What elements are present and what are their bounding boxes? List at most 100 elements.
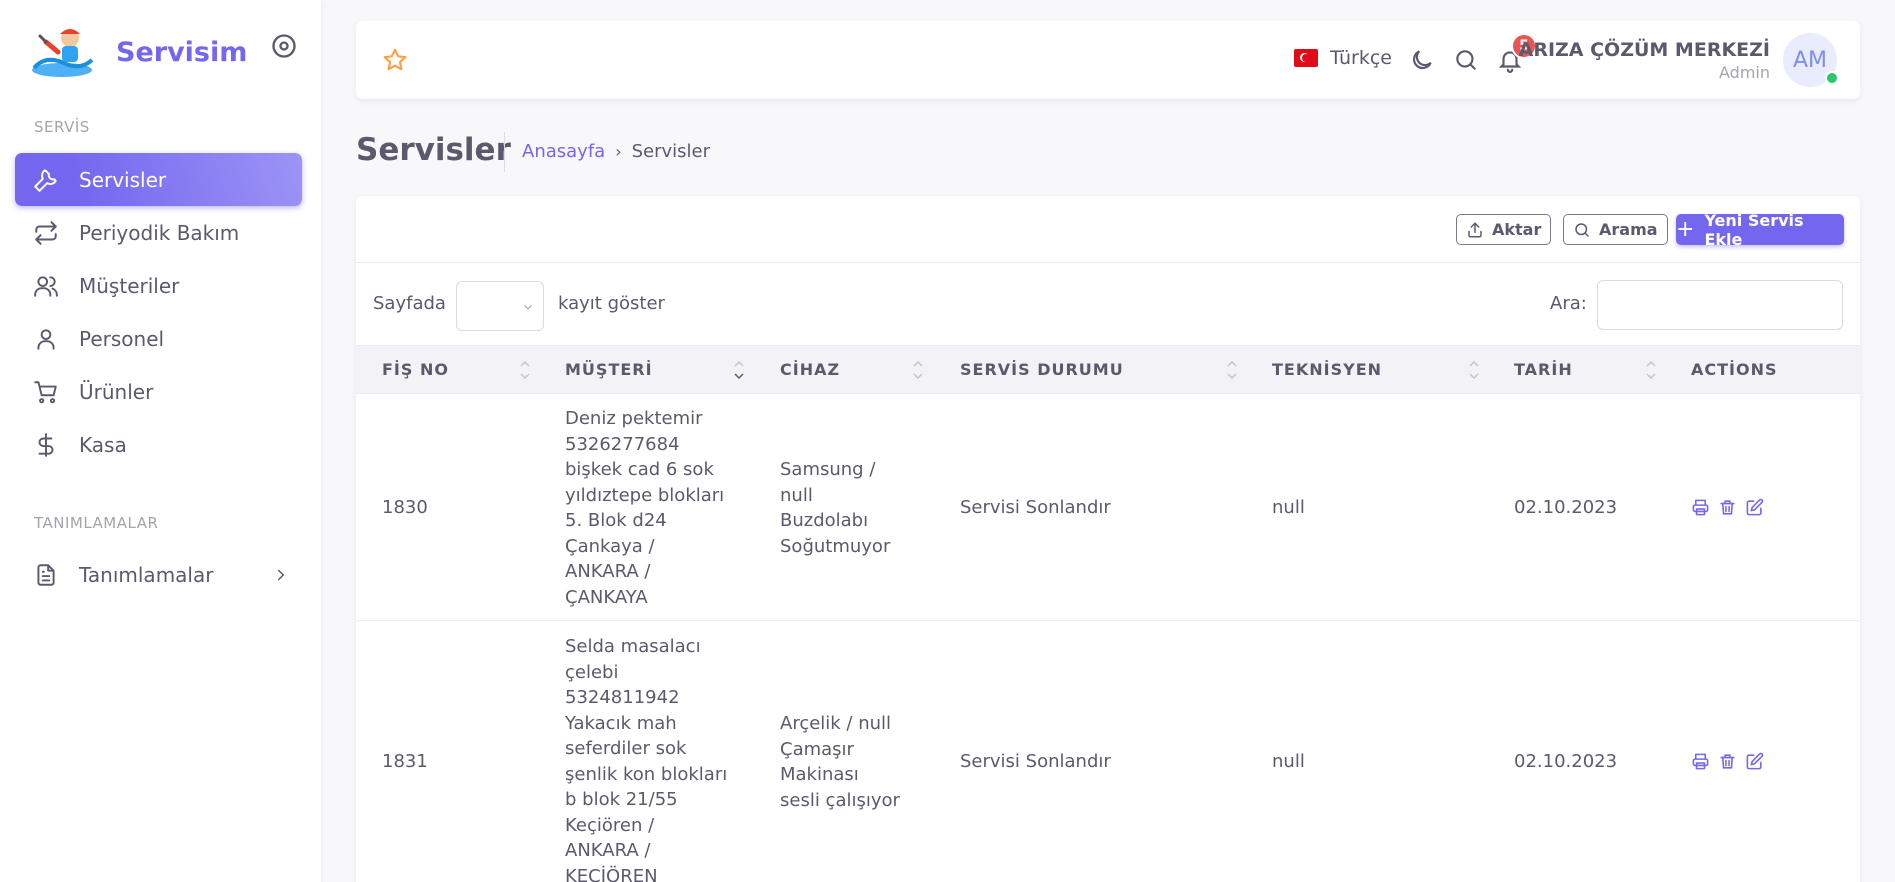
cihaz-line: Makinası — [780, 764, 859, 785]
sidebar-item-label: Müşteriler — [79, 273, 180, 298]
search-icon[interactable] — [1453, 47, 1479, 73]
musteri-line: 5324811942 — [565, 687, 680, 708]
card-toolbar: Aktar Arama + Yeni Servis Ekle — [356, 196, 1860, 263]
dollar-icon — [38, 432, 54, 457]
musteri-line: bişkek cad 6 sok — [565, 459, 714, 480]
musteri-line: seferdiler sok — [565, 738, 687, 759]
sidebar-item-tanimlamalar[interactable]: Tanımlamalar — [15, 548, 302, 601]
sidebar-collapse-icon[interactable] — [270, 32, 298, 60]
musteri-line: ÇANKAYA — [565, 586, 648, 608]
breadcrumb-home-link[interactable]: Anasayfa — [522, 141, 605, 162]
language-switcher[interactable]: Türkçe — [1294, 47, 1392, 69]
table-row: 1830 Deniz pektemir 5326277684 bişkek ca… — [356, 394, 1860, 621]
musteri-line: 5326277684 — [565, 433, 680, 455]
printer-icon[interactable] — [1691, 752, 1710, 771]
trash-icon[interactable] — [1718, 752, 1737, 771]
cell-teknisyen: null — [1272, 497, 1305, 518]
musteri-line: Keçiören / — [565, 814, 655, 836]
cihaz-line: null — [780, 484, 813, 506]
table-row: 1831 Selda masalacı çelebi 5324811942 Ya… — [356, 622, 1860, 882]
table-search-label: Ara: — [1550, 293, 1587, 314]
sidebar-item-label: Kasa — [79, 432, 127, 457]
cihaz-line: sesli çalışıyor — [780, 789, 900, 811]
cell-cihaz: Arçelik / null Çamaşır Makinası sesli ça… — [780, 711, 900, 813]
sidebar: Servisim SERVİS Servisler Periyodik Bakı… — [0, 0, 321, 882]
column-header-cihaz[interactable]: CİHAZ — [780, 360, 840, 379]
musteri-line: ANKARA / — [565, 840, 651, 861]
sidebar-item-personel[interactable]: Personel — [15, 312, 302, 365]
sort-icon[interactable] — [1468, 357, 1480, 383]
star-icon[interactable] — [382, 47, 408, 73]
file-text-icon — [37, 563, 55, 586]
sort-desc-icon[interactable] — [733, 357, 745, 383]
column-header-servis-durumu[interactable]: SERVİS DURUMU — [960, 360, 1124, 379]
export-button-label: Aktar — [1492, 220, 1542, 239]
column-header-actions: ACTİONS — [1691, 360, 1778, 379]
musteri-line: çelebi — [565, 661, 619, 683]
musteri-line: Deniz pektemir — [565, 408, 703, 429]
cell-servis-durumu[interactable]: Servisi Sonlandır — [960, 495, 1111, 521]
breadcrumb-chevron-icon: › — [615, 142, 622, 161]
brand[interactable]: Servisim — [26, 24, 247, 80]
edit-icon[interactable] — [1745, 498, 1764, 517]
sidebar-item-label: Ürünler — [79, 379, 154, 404]
search-icon — [1575, 222, 1589, 237]
chevron-down-icon — [524, 304, 532, 310]
column-header-tarih[interactable]: TARİH — [1514, 360, 1573, 379]
cell-teknisyen: null — [1272, 751, 1305, 772]
chevron-right-icon — [278, 569, 285, 580]
cihaz-line: Soğutmuyor — [780, 535, 891, 557]
plus-icon: + — [1676, 216, 1695, 242]
language-label: Türkçe — [1330, 47, 1392, 69]
column-header-teknisyen[interactable]: TEKNİSYEN — [1272, 360, 1382, 379]
sidebar-item-label: Tanımlamalar — [79, 562, 214, 587]
cell-tarih: 02.10.2023 — [1514, 497, 1618, 518]
menu-header-tanimlamalar: TANIMLAMALAR — [34, 514, 159, 532]
column-header-fis-no[interactable]: FİŞ NO — [382, 360, 449, 379]
musteri-line: Çankaya / — [565, 535, 655, 557]
musteri-line: yıldıztepe blokları — [565, 484, 725, 506]
cell-fis-no: 1830 — [382, 497, 428, 518]
page-title: Servisler — [356, 132, 511, 168]
user-role: Admin — [1719, 63, 1770, 82]
table-search-input[interactable] — [1597, 280, 1843, 330]
user-icon — [37, 328, 55, 350]
brand-logo-icon — [32, 29, 94, 77]
sort-icon[interactable] — [912, 357, 924, 383]
turkey-flag-icon — [1294, 49, 1318, 67]
users-icon — [34, 275, 58, 297]
cell-fis-no: 1831 — [382, 751, 428, 772]
sort-icon[interactable] — [1645, 357, 1657, 383]
add-service-button[interactable]: + Yeni Servis Ekle — [1676, 211, 1844, 249]
edit-icon[interactable] — [1745, 752, 1764, 771]
user-name: ARIZA ÇÖZÜM MERKEZİ — [1518, 39, 1770, 61]
sort-icon[interactable] — [1226, 357, 1238, 383]
brand-name: Servisim — [116, 36, 248, 68]
sidebar-item-periyodik-bakim[interactable]: Periyodik Bakım — [15, 206, 302, 259]
sidebar-item-urunler[interactable]: Ürünler — [15, 365, 302, 418]
moon-icon[interactable] — [1409, 47, 1435, 73]
row-actions — [1691, 752, 1764, 771]
export-button[interactable]: Aktar — [1456, 214, 1552, 245]
sidebar-item-label: Servisler — [79, 167, 167, 192]
length-suffix: kayıt göster — [558, 293, 665, 314]
column-header-musteri[interactable]: MÜŞTERİ — [565, 360, 653, 379]
cihaz-line: Çamaşır — [780, 738, 854, 760]
cihaz-line: Arçelik / null — [780, 713, 892, 734]
sidebar-item-musteriler[interactable]: Müşteriler — [15, 259, 302, 312]
wrench-icon — [34, 168, 57, 192]
sidebar-item-kasa[interactable]: Kasa — [15, 418, 302, 471]
page-length-select[interactable] — [456, 281, 544, 331]
row-actions — [1691, 498, 1764, 517]
table-header: FİŞ NO MÜŞTERİ CİHAZ SERVİS DURUMU TEKNİ… — [356, 345, 1860, 394]
search-toggle-button[interactable]: Arama — [1563, 214, 1668, 245]
musteri-line: ANKARA / — [565, 561, 651, 582]
sort-icon[interactable] — [519, 357, 531, 383]
sidebar-item-servisler[interactable]: Servisler — [15, 153, 302, 206]
services-card: Aktar Arama + Yeni Servis Ekle Sayfada k… — [356, 196, 1860, 882]
printer-icon[interactable] — [1691, 498, 1710, 517]
musteri-line: Yakacık mah — [565, 712, 677, 734]
trash-icon[interactable] — [1718, 498, 1737, 517]
length-prefix: Sayfada — [373, 293, 446, 314]
cell-servis-durumu[interactable]: Servisi Sonlandır — [960, 749, 1111, 775]
